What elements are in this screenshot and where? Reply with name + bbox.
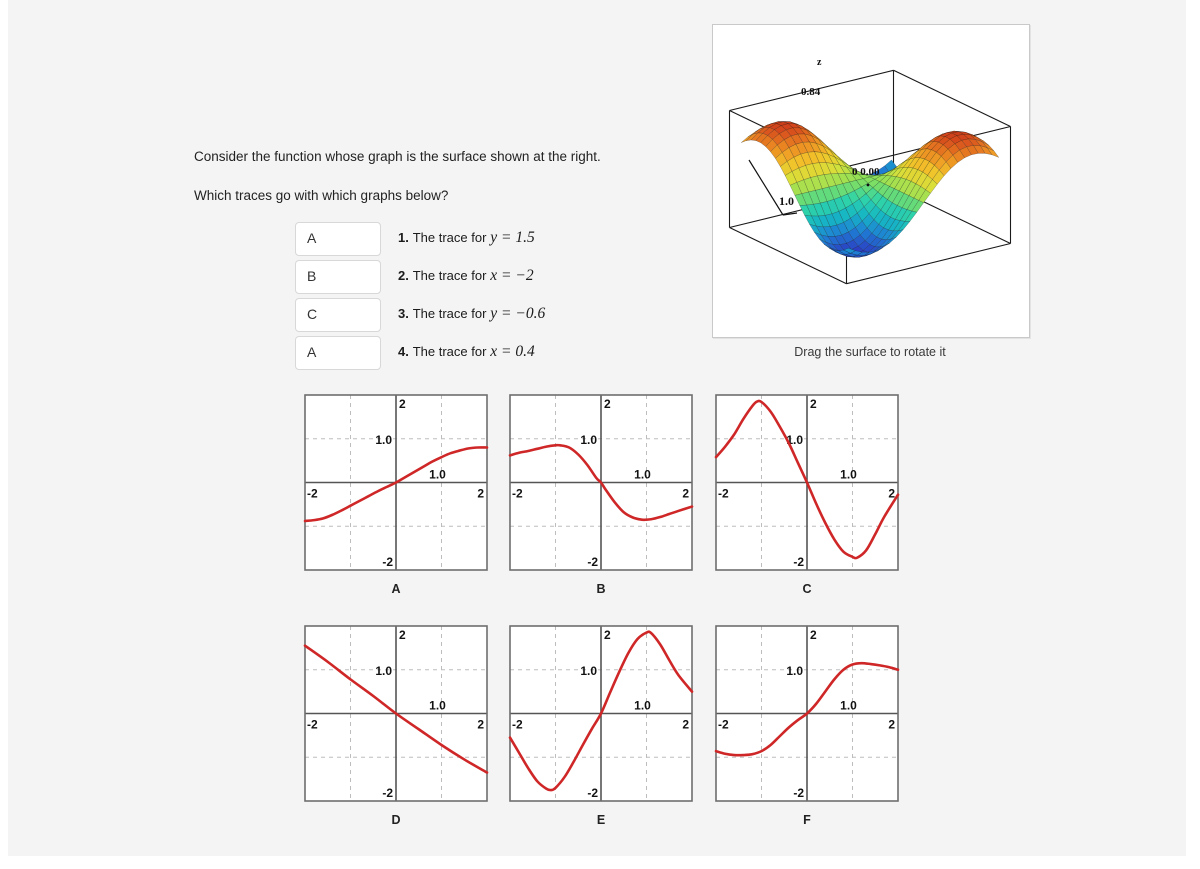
graph-label-b: B [596,582,606,596]
axis-tick: 2 [604,628,611,642]
graph-label-e: E [596,813,606,827]
trace-label-4: The trace for [412,344,487,359]
axis-tick: 2 [477,718,484,732]
trace-number-3: 3. [398,306,409,321]
axis-tick: -2 [512,718,523,732]
plot-svg-f: 2 1.0 -2 -2 1.0 2 [714,625,900,802]
trace-number-2: 2. [398,268,409,283]
graph-b: 2 1.0 -2 -2 1.0 2 B [505,390,697,596]
axis-tick: -2 [307,718,318,732]
answer-box-4[interactable]: A [295,336,381,370]
axis-tick: -2 [718,487,729,501]
graph-f: 2 1.0 -2 -2 1.0 2 F [711,621,903,827]
axis-tick: 1.0 [634,699,651,713]
axis-tick: 2 [399,628,406,642]
surface-tick-upper-left: 0.84 [801,86,821,98]
axis-tick: 1.0 [429,468,446,482]
plot-svg-b: 2 1.0 -2 -2 1.0 2 [508,394,694,571]
surface-caption: Drag the surface to rotate it [794,345,946,359]
plot-svg-e: 2 1.0 -2 -2 1.0 2 [508,625,694,802]
trace-label-2: The trace for [412,268,487,283]
axis-tick: -2 [587,555,598,569]
axis-tick: 1.0 [375,664,392,678]
answer-box-2[interactable]: B [295,260,381,294]
graph-label-c: C [802,582,812,596]
trace-text-2: 2. The trace for x = −2 [398,267,534,285]
trace-label-1: The trace for [412,230,487,245]
surface-tick-center: 0 0.00 [852,166,880,178]
match-row: B 2. The trace for x = −2 [295,260,715,298]
surface-tick-lower-left: 1.0 [779,194,794,208]
axis-tick: -2 [512,487,523,501]
prompt-line-2: Which traces go with which graphs below? [194,188,449,203]
axis-tick: 2 [477,487,484,501]
graph-label-a: A [391,582,401,596]
axis-tick: 2 [810,628,817,642]
axis-tick: 1.0 [634,468,651,482]
axis-tick: 2 [888,718,895,732]
axis-tick: -2 [382,786,393,800]
axis-tick: 1.0 [429,699,446,713]
trace-equation-4: x = 0.4 [490,343,535,360]
answer-box-3[interactable]: C [295,298,381,332]
graph-d: 2 1.0 -2 -2 1.0 2 D [300,621,492,827]
axis-tick: -2 [793,555,804,569]
trace-text-3: 3. The trace for y = −0.6 [398,305,545,323]
surface-axis-label-z: z [817,57,822,68]
axis-tick: -2 [307,487,318,501]
prompt-line-1: Consider the function whose graph is the… [194,149,601,164]
trace-number-4: 4. [398,344,409,359]
match-row: A 1. The trace for y = 1.5 [295,222,715,260]
plot-svg-a: 2 1.0 -2 -2 1.0 2 [303,394,489,571]
axis-tick: 2 [604,397,611,411]
axis-tick: 1.0 [375,433,392,447]
trace-text-1: 1. The trace for y = 1.5 [398,229,535,247]
axis-tick: 2 [682,487,689,501]
match-row: A 4. The trace for x = 0.4 [295,336,715,374]
matching-list: A 1. The trace for y = 1.5 B 2. The trac… [295,222,715,374]
axis-tick: 2 [399,397,406,411]
surface-plot[interactable]: z 0.84 0 0.00 1.0 [713,25,1027,335]
page-background: Consider the function whose graph is the… [8,0,1186,856]
trace-equation-2: x = −2 [490,267,534,284]
graph-c: 2 1.0 -2 -2 1.0 2 C [711,390,903,596]
axis-tick: 1.0 [840,699,857,713]
axis-tick: -2 [793,786,804,800]
axis-tick: 1.0 [580,433,597,447]
graph-a: 2 1.0 -2 -2 1.0 2 A [300,390,492,596]
match-row: C 3. The trace for y = −0.6 [295,298,715,336]
axis-tick: 1.0 [840,468,857,482]
plot-svg-c: 21.0-2-21.02 [714,394,900,571]
axis-tick: 2 [682,718,689,732]
trace-number-1: 1. [398,230,409,245]
trace-text-4: 4. The trace for x = 0.4 [398,343,535,361]
axis-tick: 2 [810,397,817,411]
graph-label-d: D [391,813,401,827]
axis-tick: -2 [587,786,598,800]
trace-equation-1: y = 1.5 [490,229,535,246]
graph-label-f: F [803,813,811,827]
trace-label-3: The trace for [412,306,487,321]
surface-mesh [741,121,1000,258]
axis-tick: -2 [382,555,393,569]
axis-tick: 1.0 [786,664,803,678]
axis-tick: 1.0 [580,664,597,678]
plot-svg-d: 2 1.0 -2 -2 1.0 2 [303,625,489,802]
axis-tick: -2 [718,718,729,732]
surface-viewer[interactable]: z 0.84 0 0.00 1.0 [712,24,1030,338]
answer-box-1[interactable]: A [295,222,381,256]
trace-equation-3: y = −0.6 [490,305,546,322]
graph-e: 2 1.0 -2 -2 1.0 2 E [505,621,697,827]
